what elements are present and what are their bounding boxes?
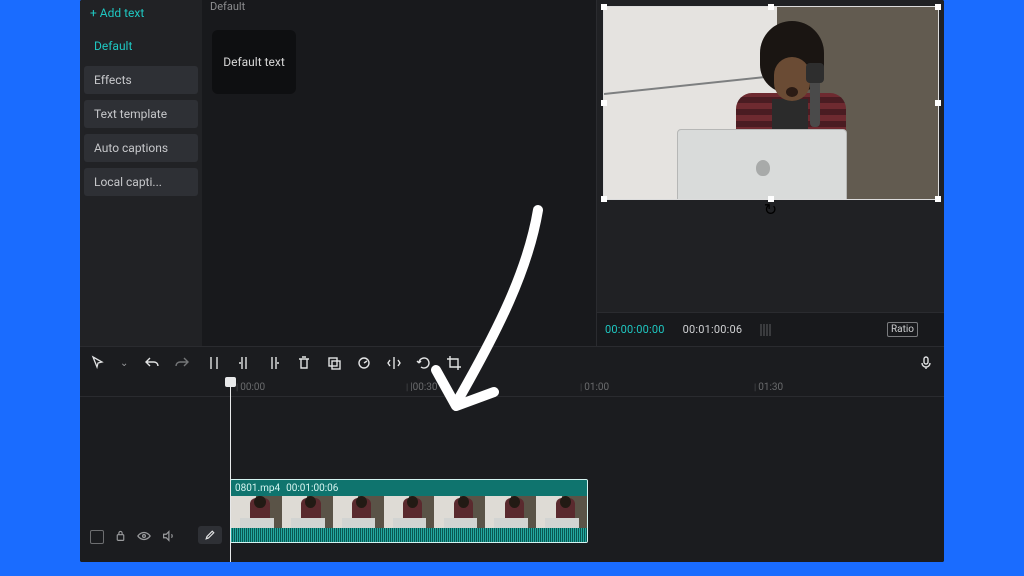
ruler-tick: 00:00 [236, 382, 265, 393]
rotate-handle-icon[interactable]: ↻ [764, 200, 777, 219]
clip-thumbnail-strip [231, 496, 587, 530]
copy-icon[interactable] [326, 355, 342, 371]
preview-video-frame [604, 7, 938, 199]
speed-icon[interactable] [356, 355, 372, 371]
sidebar-item-local-captions[interactable]: Local capti... [84, 168, 198, 196]
playhead[interactable] [230, 379, 231, 562]
record-voiceover-icon[interactable] [918, 355, 934, 371]
timeline-ruler[interactable]: 00:00 |00:30 01:00 01:30 [80, 379, 944, 397]
mirror-icon[interactable] [386, 355, 402, 371]
crop-icon[interactable] [446, 355, 462, 371]
sidebar-item-auto-captions[interactable]: Auto captions [84, 134, 198, 162]
rotate-icon[interactable] [416, 355, 432, 371]
preview-panel: ↻ 00:00:00:00 00:01:00:06 Ratio [596, 0, 944, 346]
video-clip[interactable]: 0801.mp4 00:01:00:06 [230, 479, 588, 543]
default-text-thumbnail[interactable]: Default text [212, 30, 296, 94]
tool-dropdown-icon[interactable]: ⌄ [120, 358, 128, 369]
timecode-duration: 00:01:00:06 [683, 323, 743, 336]
add-text-button[interactable]: + Add text [84, 4, 198, 26]
resize-handle-w[interactable] [601, 100, 607, 106]
track-mute-icon[interactable] [161, 529, 175, 546]
clip-audio-waveform [231, 528, 587, 542]
undo-icon[interactable] [144, 355, 160, 371]
upper-panels: + Add text Default Effects Text template… [80, 0, 944, 346]
sidebar-item-default[interactable]: Default [84, 32, 198, 60]
clip-filename: 0801.mp4 [235, 483, 280, 494]
track-visibility-icon[interactable] [137, 529, 151, 546]
sidebar-item-effects[interactable]: Effects [84, 66, 198, 94]
track-lock-icon[interactable] [114, 529, 127, 545]
trim-right-icon[interactable] [266, 355, 282, 371]
preview-viewer[interactable] [603, 6, 939, 200]
delete-icon[interactable] [296, 355, 312, 371]
ruler-tick: 01:00 [580, 382, 609, 393]
video-editor-window: + Add text Default Effects Text template… [80, 0, 944, 562]
resize-handle-sw[interactable] [601, 196, 607, 202]
track-edit-button[interactable] [198, 526, 222, 544]
resize-handle-e[interactable] [935, 100, 941, 106]
resize-handle-se[interactable] [935, 196, 941, 202]
ruler-tick: |00:30 [406, 382, 438, 393]
resize-handle-nw[interactable] [601, 4, 607, 10]
media-section-label: Default [210, 0, 245, 13]
timecode-current: 00:00:00:00 [605, 323, 665, 336]
text-sidebar: + Add text Default Effects Text template… [80, 0, 202, 346]
ratio-button[interactable]: Ratio [887, 322, 918, 337]
track-cover-toggle-icon[interactable] [90, 530, 104, 544]
redo-icon[interactable] [174, 355, 190, 371]
clip-header: 0801.mp4 00:01:00:06 [231, 480, 587, 496]
media-panel: Default Default text [202, 0, 596, 346]
trim-left-icon[interactable] [236, 355, 252, 371]
timeline-toolbar: ⌄ [80, 347, 944, 379]
resize-handle-ne[interactable] [935, 4, 941, 10]
resize-handle-n[interactable] [768, 4, 774, 10]
track-controls [80, 526, 212, 548]
ruler-tick: 01:30 [754, 382, 783, 393]
preview-transport-bar: 00:00:00:00 00:01:00:06 Ratio [597, 312, 944, 346]
selection-tool-icon[interactable] [90, 355, 106, 371]
timeline-area: ⌄ [80, 346, 944, 562]
timeline-tracks[interactable]: 0801.mp4 00:01:00:06 [80, 397, 944, 562]
sidebar-item-text-template[interactable]: Text template [84, 100, 198, 128]
resize-handle-s[interactable] [768, 196, 774, 202]
clip-duration: 00:01:00:06 [286, 483, 338, 494]
audio-meter-icon [760, 324, 771, 336]
split-icon[interactable] [206, 355, 222, 371]
